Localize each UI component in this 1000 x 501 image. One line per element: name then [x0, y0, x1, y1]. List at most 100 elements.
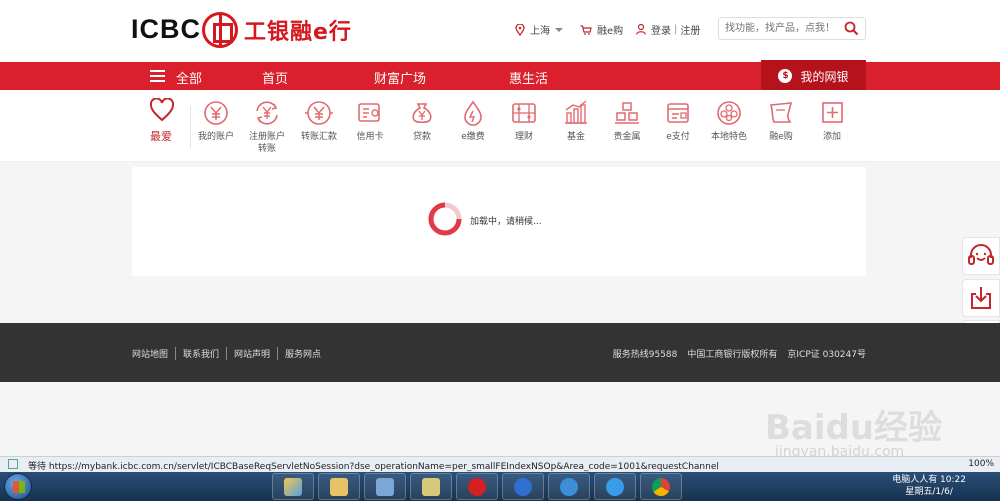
cart-link[interactable]: 融e购	[580, 22, 623, 37]
login-link[interactable]: 登录	[651, 22, 671, 37]
footer-icp[interactable]: 京ICP证 030247号	[787, 347, 866, 360]
taskbar-app-red[interactable]	[456, 473, 498, 500]
clock-date: 星期五/1/6/	[905, 487, 953, 497]
shop-icon	[769, 102, 793, 123]
quick-menu: 最爱 我的账户 注册账户转账 转账汇款 信用卡 贷款 e缴费 理财 基金 贵金属…	[0, 90, 1000, 162]
sogou-icon	[514, 478, 532, 496]
taskbar-app-ie[interactable]	[594, 473, 636, 500]
login-register: 登录 | 注册	[636, 22, 700, 37]
user-icon	[636, 24, 646, 35]
site-header: ICBC 工银融e行 上海 融e购 登录 | 注册	[0, 0, 1000, 62]
download-icon	[971, 287, 991, 309]
footer-hotline: 服务热线95588	[612, 350, 678, 360]
yen-circle-icon	[204, 101, 228, 125]
flower-icon	[717, 101, 741, 125]
start-button[interactable]	[4, 473, 32, 500]
remit-icon	[305, 101, 333, 125]
folder-icon	[330, 478, 348, 496]
menu-label: 理财	[514, 132, 533, 142]
icbc-seal-icon	[202, 12, 238, 48]
page-status-icon	[8, 459, 18, 469]
money-bag-icon: $	[778, 69, 793, 83]
wallet-icon	[667, 103, 689, 123]
footer-links: 网站地图 联系我们 网站声明 服务网点	[132, 347, 328, 360]
icbc-logo-text[interactable]: ICBC	[131, 14, 201, 45]
search-input[interactable]	[725, 21, 840, 36]
footer-link-outlets[interactable]: 服务网点	[278, 347, 328, 360]
cart-label: 融e购	[597, 26, 624, 37]
search-box	[718, 17, 866, 40]
browser-status-bar: 等待 https://mybank.icbc.com.cn/servlet/IC…	[0, 456, 1000, 472]
add-icon	[822, 102, 843, 123]
app-red-icon	[468, 478, 486, 496]
taskbar-app-gear[interactable]	[548, 473, 590, 500]
footer-link-sitemap[interactable]: 网站地图	[132, 347, 177, 360]
menu-label: 本地特色	[710, 132, 747, 142]
gold-bars-icon	[615, 102, 639, 124]
credit-card-icon	[358, 103, 380, 122]
abacus-icon	[512, 103, 536, 123]
notes-icon	[422, 478, 440, 496]
network-icon	[376, 478, 394, 496]
download-button[interactable]	[962, 279, 1000, 317]
separator: |	[674, 24, 678, 35]
ie-icon	[606, 478, 624, 496]
menu-wealth-management[interactable]: 理财	[494, 98, 554, 143]
menu-icon[interactable]	[150, 70, 165, 82]
footer-copyright: 中国工商银行版权所有	[687, 350, 778, 360]
headset-icon	[968, 244, 994, 265]
paint-icon	[284, 478, 302, 496]
taskbar-app-notes[interactable]	[410, 473, 452, 500]
my-bank-button[interactable]: $ 我的网银	[761, 60, 866, 92]
loading-text: 加载中，请稍候...	[470, 217, 542, 227]
taskbar-app-sogou[interactable]	[502, 473, 544, 500]
content-panel: 加载中，请稍候...	[132, 167, 866, 276]
menu-register-transfer[interactable]: 注册账户转账	[237, 98, 297, 155]
menu-add[interactable]: 添加	[802, 98, 862, 143]
nav-all[interactable]: 全部	[176, 68, 202, 87]
system-tray: 电脑人人有 10:22 星期五/1/6/	[850, 472, 1000, 501]
nav-life[interactable]: 惠生活	[509, 68, 548, 87]
menu-label: 添加	[822, 132, 841, 142]
watermark-brand: Baidu经验	[765, 408, 943, 448]
favorite-tab[interactable]: 最爱	[148, 97, 176, 144]
cart-icon	[580, 24, 592, 35]
taskbar-app-explorer[interactable]	[318, 473, 360, 500]
footer-link-contact[interactable]: 联系我们	[176, 347, 228, 360]
zoom-level[interactable]: 100%	[968, 459, 994, 469]
nav-wealth-plaza[interactable]: 财富广场	[374, 68, 426, 87]
gear-icon	[560, 478, 578, 496]
menu-label: 信用卡	[356, 132, 384, 142]
heart-icon	[149, 97, 175, 122]
location-pin-icon	[515, 23, 525, 36]
windows-taskbar: 电脑人人有 10:22 星期五/1/6/	[0, 472, 1000, 501]
taskbar-clock[interactable]: 电脑人人有 10:22 星期五/1/6/	[892, 474, 966, 498]
footer-info: 服务热线95588 中国工商银行版权所有 京ICP证 030247号	[613, 347, 866, 360]
money-bag-icon	[412, 103, 432, 124]
register-link[interactable]: 注册	[680, 22, 700, 37]
menu-credit-card[interactable]: 信用卡	[340, 98, 400, 143]
status-url-text: 等待 https://mybank.icbc.com.cn/servlet/IC…	[28, 462, 718, 472]
menu-local-features[interactable]: 本地特色	[699, 98, 759, 143]
search-icon[interactable]	[844, 21, 859, 36]
drop-icon	[464, 100, 482, 126]
location-label: 上海	[530, 26, 550, 37]
footer-link-statement[interactable]: 网站声明	[227, 347, 279, 360]
site-footer: 网站地图 联系我们 网站声明 服务网点 服务热线95588 中国工商银行版权所有…	[0, 323, 1000, 382]
taskbar-app-chrome[interactable]	[640, 473, 682, 500]
customer-service-button[interactable]	[962, 237, 1000, 275]
logo-slogan: 工银融e行	[244, 20, 352, 45]
chrome-icon	[652, 478, 670, 496]
taskbar-app-network[interactable]	[364, 473, 406, 500]
location-selector[interactable]: 上海	[515, 22, 569, 37]
transfer-icon	[256, 101, 278, 125]
menu-label: 注册账户转账	[248, 132, 285, 154]
favorite-label: 最爱	[150, 130, 172, 143]
chart-icon	[565, 100, 587, 124]
clock-time: 电脑人人有 10:22	[892, 475, 966, 485]
my-bank-label: 我的网银	[800, 69, 849, 84]
chevron-down-icon	[555, 27, 563, 32]
loading-spinner-icon	[428, 202, 462, 236]
nav-home[interactable]: 首页	[262, 68, 288, 87]
taskbar-app-paint[interactable]	[272, 473, 314, 500]
